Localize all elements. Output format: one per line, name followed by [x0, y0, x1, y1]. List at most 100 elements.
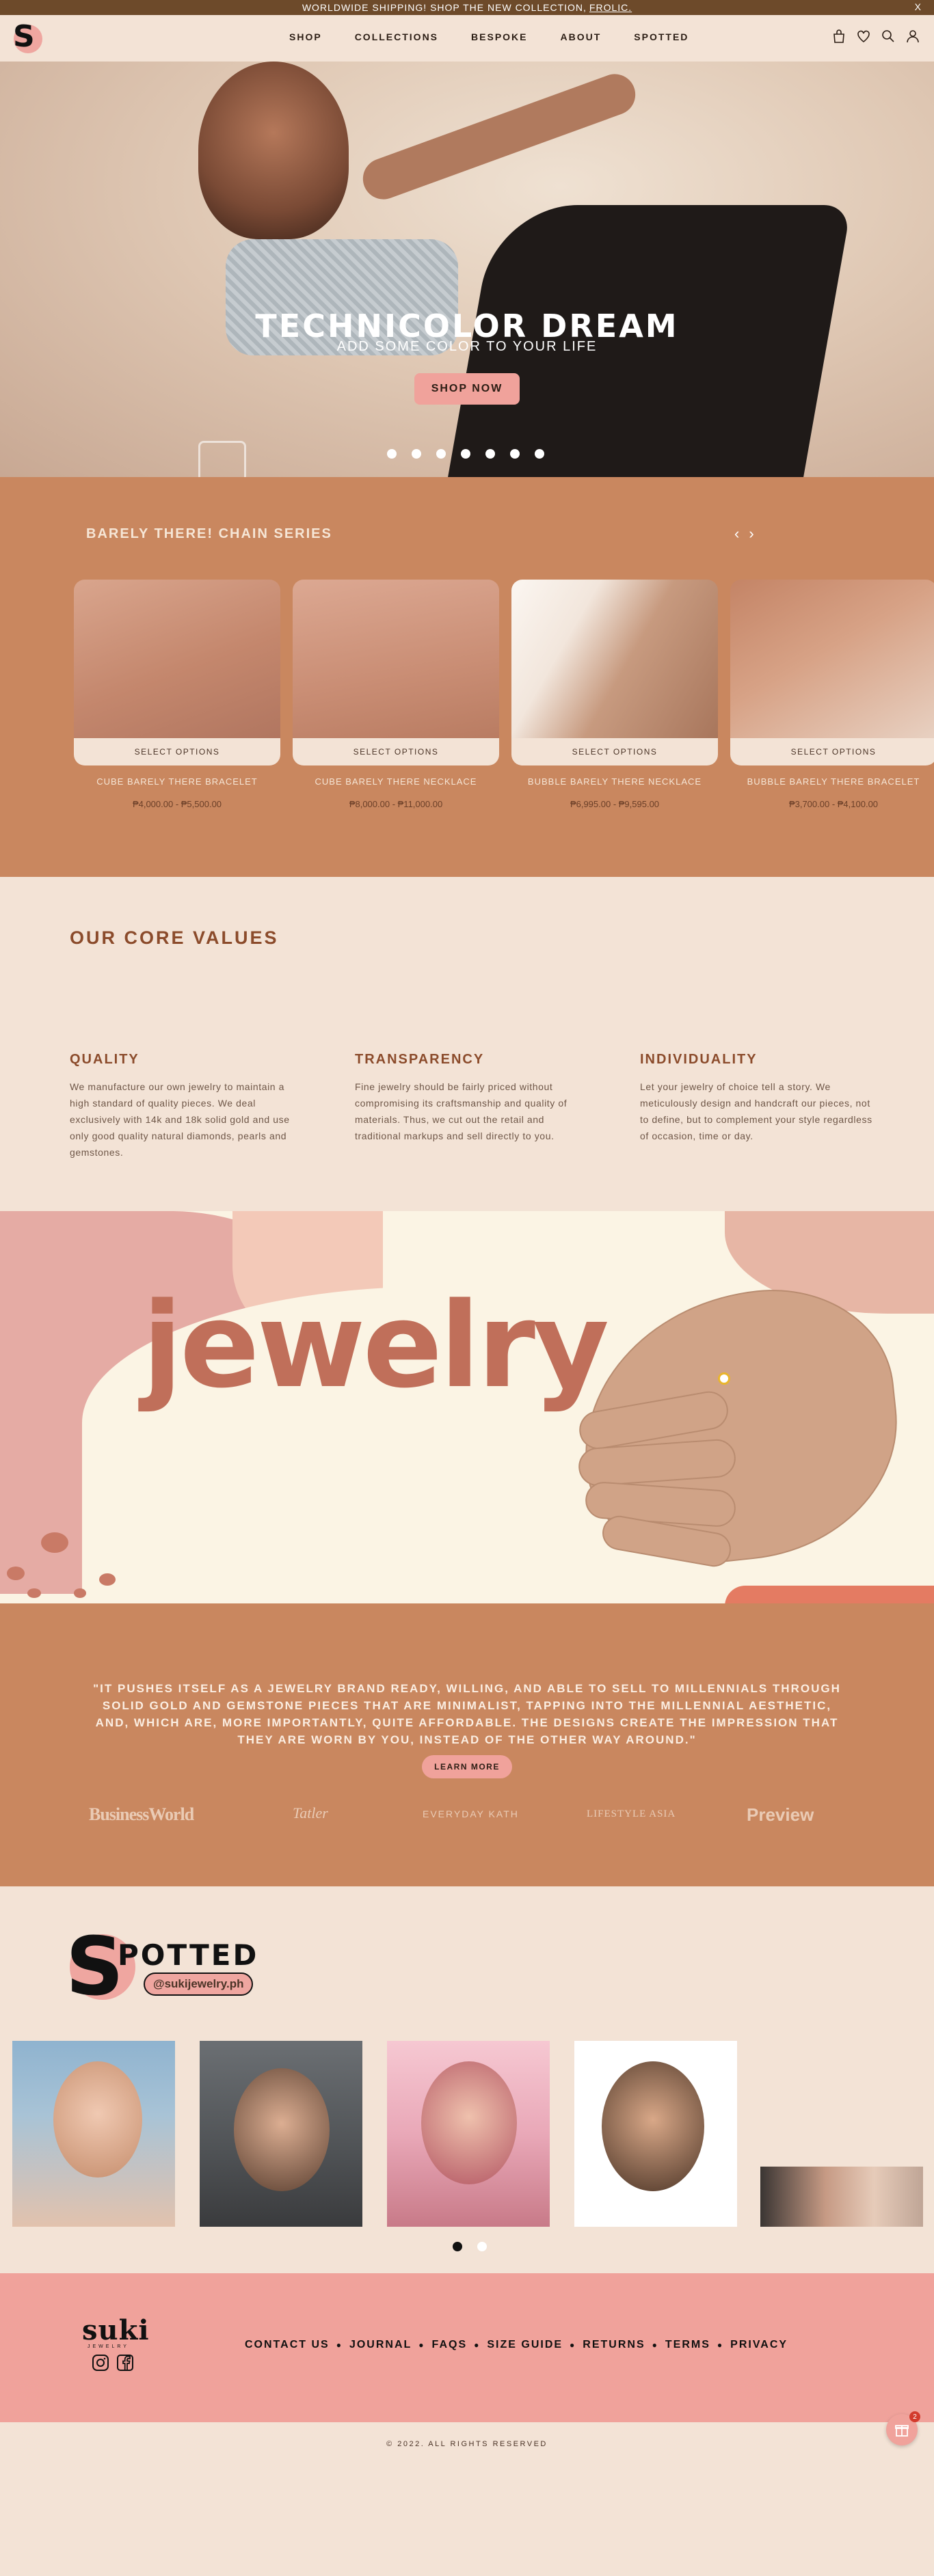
nav-shop[interactable]: SHOP: [289, 31, 322, 42]
product-price: ₱3,700.00 - ₱4,100.00: [788, 799, 879, 809]
product-card[interactable]: SELECT OPTIONS CUBE BARELY THERE BRACELE…: [74, 580, 280, 809]
instagram-handle[interactable]: @sukijewelry.ph: [144, 1972, 254, 1996]
press-logo: BusinessWorld: [89, 1804, 194, 1824]
decorative-dot: [27, 1588, 41, 1598]
value-heading: INDIVIDUALITY: [640, 1052, 758, 1067]
close-icon[interactable]: x: [915, 1, 922, 12]
product-card[interactable]: SELECT OPTIONS BUBBLE BARELY THERE NECKL…: [511, 580, 718, 809]
pagination-dot[interactable]: [485, 449, 495, 459]
announcement-bar: WORLDWIDE SHIPPING! SHOP THE NEW COLLECT…: [0, 0, 934, 15]
product-image[interactable]: [74, 580, 280, 738]
decorative-dot: [41, 1532, 68, 1553]
press-logo: Preview: [747, 1804, 814, 1825]
bag-icon[interactable]: [831, 29, 846, 44]
value-text: We manufacture our own jewelry to mainta…: [70, 1081, 290, 1158]
announcement-link[interactable]: FROLIC.: [589, 2, 632, 13]
footer-link-contact[interactable]: CONTACT US: [245, 2339, 330, 2351]
spotted-pagination: [453, 2242, 502, 2251]
heart-icon[interactable]: [856, 29, 871, 44]
value-column: TRANSPARENCY Fine jewelry should be fair…: [355, 1052, 587, 1144]
pagination-dot[interactable]: [453, 2242, 462, 2251]
chevron-right-icon[interactable]: ›: [749, 525, 753, 543]
gift-badge: 2: [909, 2411, 920, 2422]
chevron-left-icon[interactable]: ‹: [734, 525, 739, 543]
photo-face: [421, 2061, 517, 2184]
footer-separator: ●: [336, 2340, 343, 2350]
pagination-dot[interactable]: [510, 449, 520, 459]
spotted-photo[interactable]: [387, 2041, 550, 2227]
nav-bespoke[interactable]: BESPOKE: [471, 31, 527, 42]
footer-link-privacy[interactable]: PRIVACY: [730, 2339, 788, 2351]
footer-link-returns[interactable]: RETURNS: [583, 2339, 645, 2351]
nav-collections[interactable]: COLLECTIONS: [355, 31, 438, 42]
value-text: Fine jewelry should be fairly priced wit…: [355, 1081, 568, 1141]
product-card[interactable]: SELECT OPTIONS BUBBLE BARELY THERE BRACE…: [730, 580, 934, 809]
footer-link-terms[interactable]: TERMS: [665, 2339, 710, 2351]
decorative-dot: [74, 1588, 86, 1598]
user-icon[interactable]: [905, 29, 920, 44]
hero-subtitle: ADD SOME COLOR TO YOUR LIFE: [336, 339, 598, 354]
hero-glass: [198, 441, 246, 477]
decorative-dot: [7, 1567, 25, 1580]
hero-slider: TECHNICOLOR DREAM ADD SOME COLOR TO YOUR…: [0, 62, 934, 477]
product-name[interactable]: BUBBLE BARELY THERE BRACELET: [730, 776, 934, 787]
footer-link-faqs[interactable]: FAQS: [432, 2339, 468, 2351]
nav-spotted[interactable]: SPOTTED: [634, 31, 689, 42]
product-name[interactable]: CUBE BARELY THERE BRACELET: [74, 776, 280, 787]
value-column: QUALITY We manufacture our own jewelry t…: [70, 1052, 302, 1161]
shop-now-button[interactable]: SHOP NOW: [414, 373, 520, 405]
product-image[interactable]: [293, 580, 499, 738]
spotted-title: POTTED: [118, 1938, 259, 1972]
instagram-icon[interactable]: [92, 2354, 109, 2375]
jewelry-banner: jewelry: [0, 1211, 934, 1603]
section-title: BARELY THERE! CHAIN SERIES: [86, 526, 332, 541]
logo-letter: S: [13, 19, 35, 54]
press-logo: EVERYDAY KATH: [423, 1808, 519, 1819]
press-logo: Tatler: [293, 1804, 328, 1821]
gift-icon: [895, 2425, 909, 2437]
learn-more-button[interactable]: LEARN MORE: [422, 1755, 512, 1778]
product-card[interactable]: SELECT OPTIONS CUBE BARELY THERE NECKLAC…: [293, 580, 499, 809]
search-icon[interactable]: [881, 29, 896, 44]
section-title: OUR CORE VALUES: [70, 927, 279, 948]
select-options-button[interactable]: SELECT OPTIONS: [730, 738, 934, 765]
pagination-dot[interactable]: [535, 449, 544, 459]
footer-separator: ●: [474, 2340, 481, 2350]
pagination-dot[interactable]: [387, 449, 397, 459]
pagination-dot[interactable]: [461, 449, 470, 459]
photo-face: [234, 2068, 330, 2191]
footer-logo-subtitle: JEWELRY: [88, 2344, 129, 2349]
site-footer: suki JEWELRY CONTACT US ● JOURNAL ● FAQS…: [0, 2273, 934, 2422]
footer-separator: ●: [652, 2340, 658, 2350]
select-options-button[interactable]: SELECT OPTIONS: [74, 738, 280, 765]
select-options-button[interactable]: SELECT OPTIONS: [511, 738, 718, 765]
hero-pagination: [387, 449, 559, 459]
footer-logo[interactable]: suki: [82, 2314, 150, 2346]
product-image[interactable]: [511, 580, 718, 738]
press-quote: "IT PUSHES ITSELF AS A JEWELRY BRAND REA…: [93, 1682, 841, 1746]
spotted-photo[interactable]: [12, 2041, 175, 2227]
pagination-dot[interactable]: [477, 2242, 487, 2251]
footer-link-journal[interactable]: JOURNAL: [349, 2339, 412, 2351]
footer-link-size-guide[interactable]: SIZE GUIDE: [487, 2339, 563, 2351]
copyright: © 2022. ALL RIGHTS RESERVED: [386, 2440, 548, 2448]
core-values-section: OUR CORE VALUES QUALITY We manufacture o…: [0, 877, 934, 1211]
product-name[interactable]: BUBBLE BARELY THERE NECKLACE: [511, 776, 718, 787]
spotted-photo[interactable]: [200, 2041, 362, 2227]
pagination-dot[interactable]: [436, 449, 446, 459]
footer-links: CONTACT US ● JOURNAL ● FAQS ● SIZE GUIDE…: [245, 2339, 788, 2351]
product-name[interactable]: CUBE BARELY THERE NECKLACE: [293, 776, 499, 787]
product-carousel-section: BARELY THERE! CHAIN SERIES ‹ › SELECT OP…: [0, 477, 934, 877]
footer-separator: ●: [418, 2340, 425, 2350]
select-options-button[interactable]: SELECT OPTIONS: [293, 738, 499, 765]
nav-about[interactable]: ABOUT: [561, 31, 602, 42]
pagination-dot[interactable]: [412, 449, 421, 459]
spotted-photo[interactable]: [574, 2041, 737, 2227]
value-heading: QUALITY: [70, 1052, 139, 1067]
spotted-photo[interactable]: [760, 2167, 923, 2227]
spotted-section: S POTTED @sukijewelry.ph: [0, 1886, 934, 2273]
site-header: S SHOP COLLECTIONS BESPOKE ABOUT SPOTTED: [0, 15, 934, 62]
facebook-icon[interactable]: [116, 2354, 134, 2375]
footer-separator: ●: [717, 2340, 724, 2350]
product-image[interactable]: [730, 580, 934, 738]
